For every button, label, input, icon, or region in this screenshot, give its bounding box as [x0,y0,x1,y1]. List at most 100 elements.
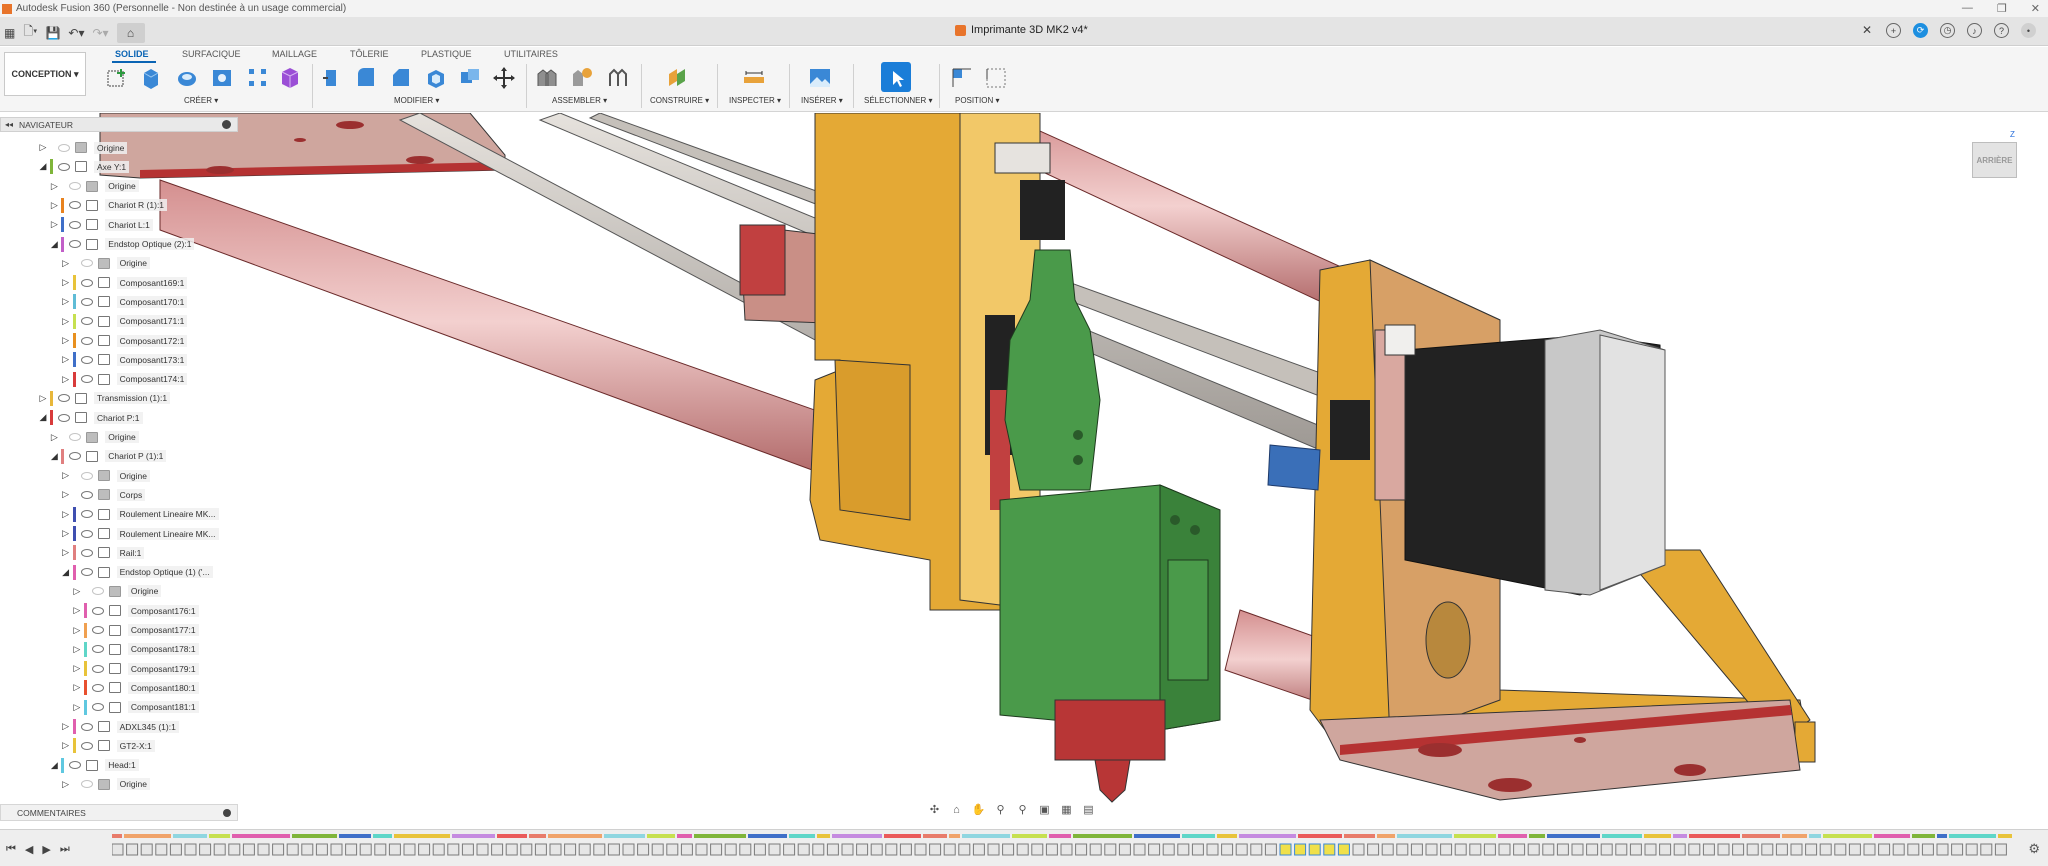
browser-tree-item[interactable]: ▷ Composant180:1 [72,678,199,697]
timeline-feature-icon[interactable] [461,843,474,856]
select-icon[interactable] [881,62,911,92]
timeline-feature-icon[interactable] [797,843,810,856]
visibility-eye-icon[interactable] [58,162,70,171]
browser-tree-item[interactable]: ▷ Composant181:1 [72,698,199,717]
timeline-feature-icon[interactable] [680,843,693,856]
pin-icon[interactable] [222,120,231,129]
browser-tree-item[interactable]: ▷ GT2-X:1 [61,736,155,755]
timeline-feature-icon[interactable] [315,843,328,856]
help-icon[interactable]: ? [1994,23,2009,38]
timeline-feature-icon[interactable] [1600,843,1613,856]
offset-plane-icon[interactable] [666,66,690,90]
sync-icon[interactable]: ⟳ [1913,23,1928,38]
visibility-eye-icon[interactable] [91,606,104,615]
timeline-feature-icon[interactable] [899,843,912,856]
timeline-feature-icon[interactable] [1615,843,1628,856]
visibility-eye-icon[interactable] [58,143,70,152]
group-inspecter[interactable]: INSPECTER ▾ [729,96,781,105]
timeline-feature-icon[interactable] [1454,843,1467,856]
timeline-feature-icon[interactable] [1907,843,1920,856]
expand-arrow-icon[interactable]: ▷ [72,663,82,674]
visibility-eye-icon[interactable] [80,355,93,364]
timeline-feature-icon[interactable] [1221,843,1234,856]
timeline-feature-icon[interactable] [1381,843,1394,856]
job-status-icon[interactable]: ◷ [1940,23,1955,38]
timeline-feature-icon[interactable] [491,843,504,856]
expand-arrow-icon[interactable]: ▷ [61,354,71,365]
app-grid-icon[interactable]: ▦ [4,26,15,40]
expand-arrow-icon[interactable]: ▷ [49,200,59,211]
visibility-eye-icon[interactable] [69,452,82,461]
timeline-feature-icon[interactable] [1951,843,1964,856]
timeline-feature-icon[interactable] [1191,843,1204,856]
viewports-icon[interactable]: ▤ [1080,803,1097,818]
timeline-feature-icon[interactable] [1644,843,1657,856]
close-tab-button[interactable]: ✕ [1862,23,1872,37]
timeline-feature-icon[interactable] [1527,843,1540,856]
timeline-feature-icon[interactable] [359,843,372,856]
browser-tree-item[interactable]: ◢ Endstop Optique (1) ('... [61,563,213,582]
timeline-feature-icon[interactable] [972,843,985,856]
timeline-feature-icon[interactable] [1571,843,1584,856]
visibility-eye-icon[interactable] [80,722,93,731]
notifications-icon[interactable]: ♪ [1967,23,1982,38]
timeline-feature-icon[interactable] [1104,843,1117,856]
timeline-feature-icon[interactable] [739,843,752,856]
expand-arrow-icon[interactable]: ▷ [61,374,71,385]
timeline-feature-icon[interactable] [301,843,314,856]
timeline-feature-icon[interactable] [112,843,124,856]
timeline-feature-icon[interactable] [476,843,489,856]
chamfer-icon[interactable] [389,66,413,90]
timeline-feature-icon[interactable] [1118,843,1131,856]
collapse-arrow-icon[interactable]: ◢ [61,567,71,578]
group-position[interactable]: POSITION ▾ [955,96,999,105]
expand-arrow-icon[interactable]: ▷ [72,644,82,655]
browser-tree-item[interactable]: ▷ Transmission (1):1 [38,389,171,408]
timeline-settings-icon[interactable]: ⚙ [2028,841,2040,857]
timeline-feature-icon[interactable] [1994,843,2007,856]
expand-arrow-icon[interactable]: ▷ [61,277,71,288]
timeline-feature-icon[interactable] [666,843,679,856]
extrude-icon[interactable] [139,66,163,90]
capture-position-icon[interactable] [950,66,974,90]
visibility-eye-icon[interactable] [80,336,93,345]
timeline-feature-icon[interactable] [1337,843,1350,856]
timeline-feature-icon[interactable] [126,843,139,856]
grid-icon[interactable]: ▦ [1058,803,1075,818]
tab-tolerie[interactable]: TÔLERIE [350,49,389,59]
browser-tree-item[interactable]: ▷ Composant174:1 [61,370,188,389]
browser-tree-item[interactable]: ▷ Origine [72,582,162,601]
minimize-button[interactable]: — [1962,2,1973,15]
expand-arrow-icon[interactable]: ▷ [61,509,71,520]
visibility-eye-icon[interactable] [80,278,93,287]
undo-icon[interactable]: ↶▾ [68,26,84,40]
expand-arrow-icon[interactable]: ▷ [72,625,82,636]
collapse-arrow-icon[interactable]: ◢ [38,412,48,423]
as-built-joint-icon[interactable] [606,66,630,90]
revolve-icon[interactable] [175,66,199,90]
expand-arrow-icon[interactable]: ▷ [72,605,82,616]
expand-arrow-icon[interactable]: ▷ [38,142,48,153]
browser-tree-item[interactable]: ▷ Composant169:1 [61,273,188,292]
browser-tree-item[interactable]: ▷ Origine [61,466,150,485]
timeline-feature-icon[interactable] [1250,843,1263,856]
browser-tree-item[interactable]: ▷ Origine [61,254,150,273]
timeline-feature-icon[interactable] [345,843,358,856]
visibility-eye-icon[interactable] [69,433,82,441]
timeline-feature-icon[interactable] [1921,843,1934,856]
timeline-feature-icon[interactable] [1045,843,1058,856]
browser-tree-item[interactable]: ◢ Head:1 [49,756,139,775]
timeline-feature-icon[interactable] [1775,843,1788,856]
timeline-feature-icon[interactable] [1542,843,1555,856]
timeline-feature-icon[interactable] [213,843,226,856]
expand-arrow-icon[interactable]: ▷ [61,335,71,346]
zoom-icon[interactable]: ⚲ [992,803,1009,818]
timeline-feature-icon[interactable] [564,843,577,856]
viewcube[interactable]: ARRIÈRE Z [1972,130,2024,186]
expand-arrow-icon[interactable]: ▷ [61,296,71,307]
timeline-feature-icon[interactable] [1352,843,1365,856]
tab-solide[interactable]: SOLIDE [115,49,149,59]
expand-arrow-icon[interactable]: ▷ [61,489,71,500]
browser-tree-item[interactable]: ▷ Corps [61,485,146,504]
timeline-feature-icon[interactable] [286,843,299,856]
